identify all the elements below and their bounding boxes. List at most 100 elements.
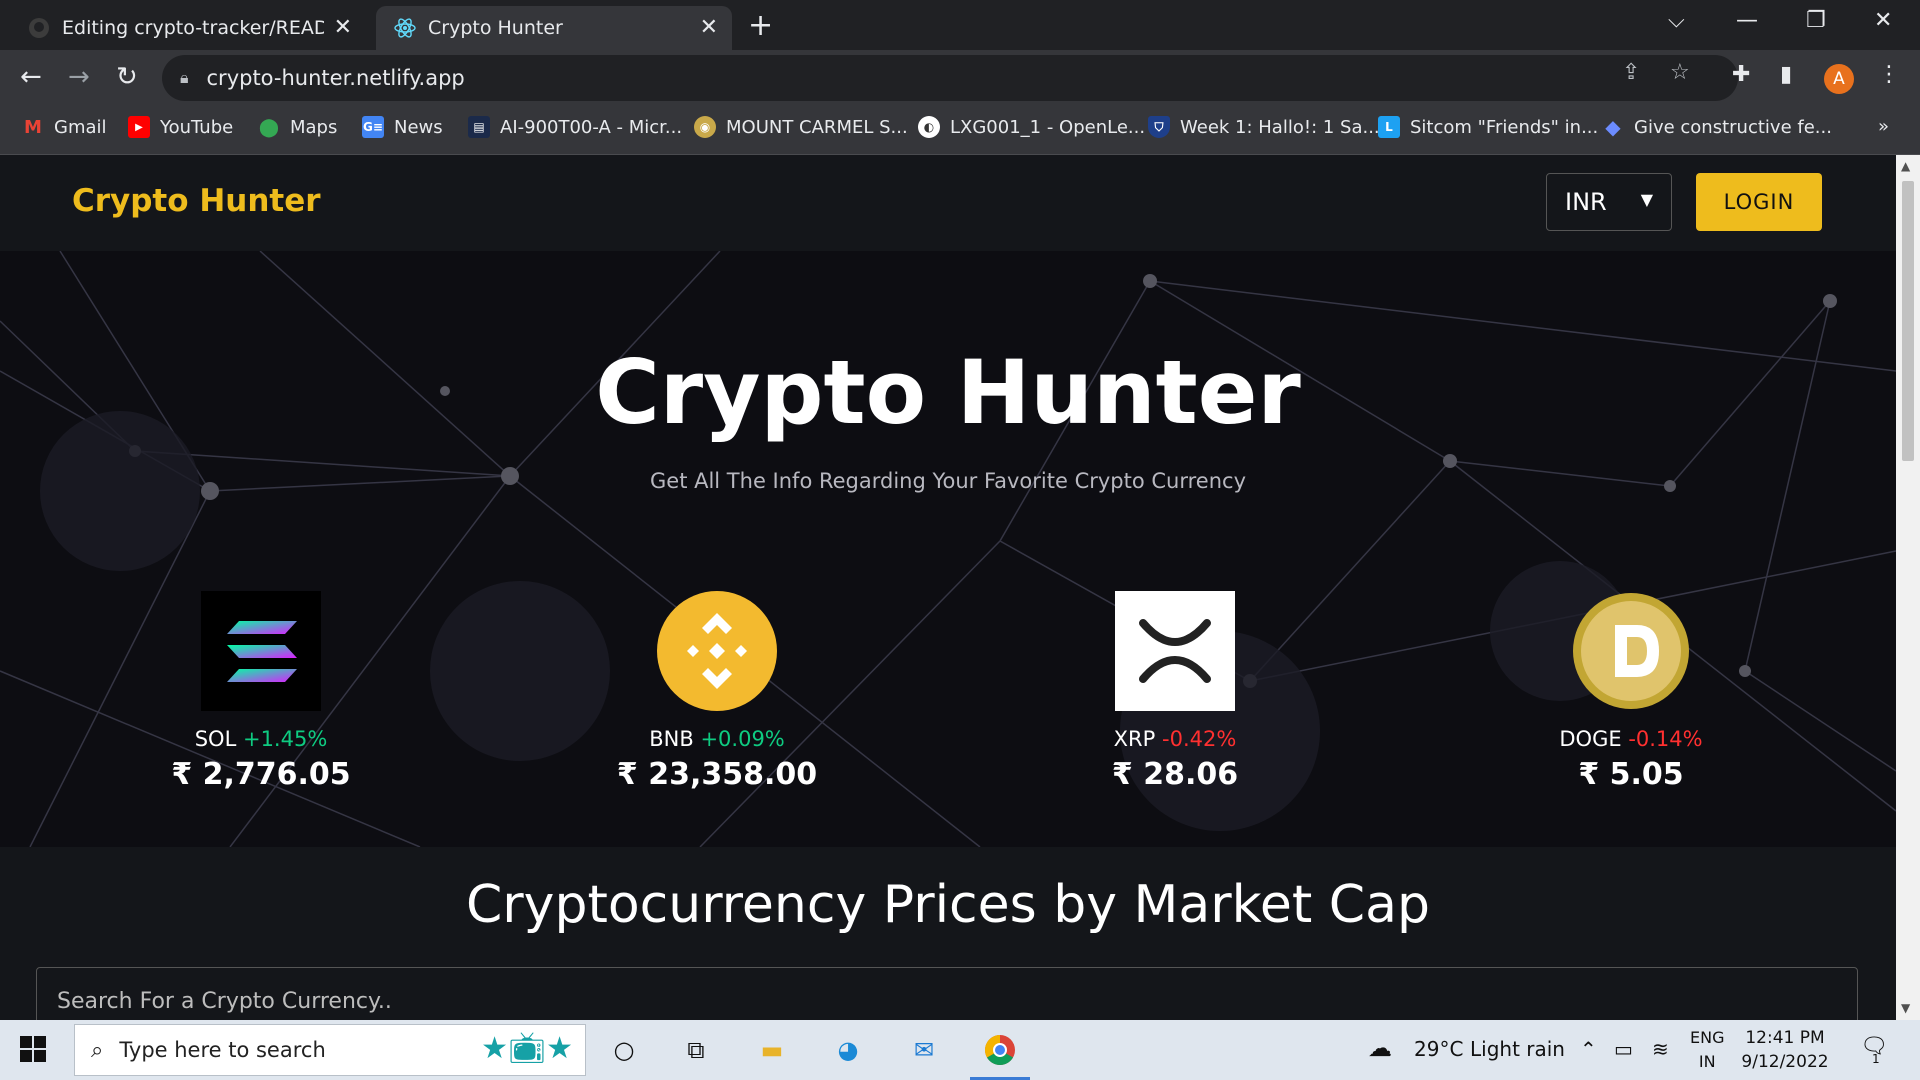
edge-icon[interactable]: ◕ — [828, 1030, 868, 1070]
globe-icon: ◐ — [918, 116, 940, 138]
restore-icon[interactable]: ❐ — [1806, 8, 1826, 33]
side-panel-icon[interactable]: ▮ — [1780, 62, 1792, 87]
bookmark-gmail[interactable]: M Gmail — [22, 116, 106, 138]
taskbar-search-placeholder: Type here to search — [119, 1038, 326, 1062]
back-icon[interactable]: ← — [20, 62, 42, 92]
trending-coin-sol[interactable]: SOL +1.45% ₹ 2,776.05 — [111, 591, 411, 792]
coin-search-input[interactable] — [55, 988, 1839, 1015]
lang-code: ENG — [1690, 1028, 1725, 1047]
trending-coin-bnb[interactable]: BNB +0.09% ₹ 23,358.00 — [567, 591, 867, 792]
maps-icon: ⬤ — [258, 116, 280, 138]
task-view-icon[interactable]: ⧉ — [676, 1030, 716, 1070]
react-icon — [394, 17, 416, 39]
page-scrollbar[interactable]: ▲ ▼ — [1896, 155, 1920, 1020]
wifi-icon[interactable]: ≋ — [1652, 1037, 1669, 1061]
windows-taskbar: ⌕ Type here to search ★📺︎★ ○ ⧉ ▬ ◕ ✉ ☁ 2… — [0, 1020, 1920, 1080]
hero-title: Crypto Hunter — [595, 341, 1301, 444]
shield-icon: ⛉ — [1148, 116, 1170, 138]
windows-start-icon[interactable] — [20, 1036, 46, 1062]
cortana-icon[interactable]: ○ — [604, 1030, 644, 1070]
taskbar-search[interactable]: ⌕ Type here to search ★📺︎★ — [74, 1024, 586, 1076]
hero-subtitle: Get All The Info Regarding Your Favorite… — [650, 469, 1246, 493]
document-icon: ▤ — [468, 116, 490, 138]
login-button[interactable]: LOGIN — [1696, 173, 1822, 231]
coin-price: ₹ 5.05 — [1578, 757, 1684, 792]
coin-change: +1.45% — [242, 727, 328, 751]
menu-icon[interactable]: ⋮ — [1878, 62, 1900, 87]
weather-temp[interactable]: 29°C — [1414, 1037, 1463, 1061]
scroll-down-icon[interactable]: ▼ — [1901, 1001, 1910, 1015]
region-code: IN — [1698, 1052, 1716, 1071]
browser-tab-bar: Editing crypto-tracker/README.m ✕ Crypto… — [0, 0, 1920, 50]
bookmark-ai900[interactable]: ▤ AI-900T00-A - Micr... — [468, 116, 682, 138]
close-tab-icon[interactable]: ✕ — [700, 15, 718, 40]
close-window-icon[interactable]: ✕ — [1874, 8, 1892, 33]
coin-price: ₹ 2,776.05 — [171, 757, 351, 792]
file-explorer-icon[interactable]: ▬ — [752, 1030, 792, 1070]
browser-toolbar: ← → ↻ 🔒︎ crypto-hunter.netlify.app ⇪ ☆ ✚… — [0, 50, 1920, 106]
coin-symbol: XRP — [1113, 727, 1156, 751]
tab-search-icon[interactable]: ⌵ — [1668, 8, 1685, 33]
bookmarks-bar: M Gmail ▶ YouTube ⬤ Maps G≡ News ▤ AI-90… — [0, 106, 1920, 155]
reload-icon[interactable]: ↻ — [116, 62, 138, 92]
input-language[interactable]: ENG IN — [1690, 1026, 1724, 1074]
bookmarks-overflow-icon[interactable]: » — [1878, 116, 1889, 137]
hero-banner: Crypto Hunter Get All The Info Regarding… — [0, 251, 1896, 847]
bookmark-sitcom[interactable]: L Sitcom "Friends" in... — [1378, 116, 1598, 138]
bookmark-youtube[interactable]: ▶ YouTube — [128, 116, 233, 138]
weather-icon[interactable]: ☁ — [1368, 1034, 1392, 1062]
coin-price: ₹ 28.06 — [1111, 757, 1239, 792]
coin-change: -0.14% — [1628, 727, 1703, 751]
trending-coin-doge[interactable]: DOGE -0.14% ₹ 5.05 — [1481, 591, 1781, 792]
diamond-icon: ◆ — [1605, 115, 1621, 139]
mail-icon[interactable]: ✉ — [904, 1030, 944, 1070]
bookmark-maps[interactable]: ⬤ Maps — [258, 116, 337, 138]
bookmark-star-icon[interactable]: ☆ — [1670, 60, 1690, 85]
clock-date: 9/12/2022 — [1741, 1052, 1829, 1072]
coin-change: +0.09% — [700, 727, 785, 751]
system-clock[interactable]: 12:41 PM 9/12/2022 — [1740, 1026, 1830, 1074]
address-bar[interactable]: 🔒︎ crypto-hunter.netlify.app — [162, 55, 1738, 101]
coin-symbol: DOGE — [1559, 727, 1622, 751]
new-tab-icon[interactable]: + — [748, 8, 773, 43]
bookmark-feedback[interactable]: ◆ Give constructive fe... — [1602, 115, 1832, 139]
currency-select[interactable]: INR ▼ — [1546, 173, 1672, 231]
weather-text[interactable]: Light rain — [1470, 1037, 1565, 1061]
bookmark-week1[interactable]: ⛉ Week 1: Hallo!: 1 Sa... — [1148, 116, 1380, 138]
coin-label: BNB +0.09% — [567, 727, 867, 751]
tab-label: Crypto Hunter — [428, 17, 563, 39]
coin-label: SOL +1.45% — [111, 727, 411, 751]
profile-avatar[interactable]: A — [1824, 64, 1854, 94]
close-tab-icon[interactable]: ✕ — [334, 15, 352, 40]
coin-label: DOGE -0.14% — [1481, 727, 1781, 751]
bookmark-mount-carmel[interactable]: ◉ MOUNT CARMEL S... — [694, 116, 908, 138]
bookmark-news[interactable]: G≡ News — [362, 116, 443, 138]
url-text: crypto-hunter.netlify.app — [206, 66, 465, 90]
web-page: Crypto Hunter INR ▼ LOGIN Crypto Hunter … — [0, 155, 1896, 1020]
coin-price: ₹ 23,358.00 — [616, 757, 818, 792]
search-icon: ⌕ — [91, 1037, 104, 1063]
share-icon[interactable]: ⇪ — [1622, 60, 1640, 85]
currency-value: INR — [1565, 188, 1607, 216]
scrollbar-thumb[interactable] — [1902, 181, 1914, 461]
tab-label: Editing crypto-tracker/README.m — [62, 17, 324, 39]
tab-readme[interactable]: Editing crypto-tracker/README.m ✕ — [10, 6, 366, 50]
forward-icon[interactable]: → — [68, 62, 90, 92]
school-crest-icon: ◉ — [694, 116, 716, 138]
extensions-icon[interactable]: ✚ — [1732, 62, 1750, 87]
bnb-logo-icon — [657, 591, 777, 711]
bookmark-openlearn[interactable]: ◐ LXG001_1 - OpenLe... — [918, 116, 1145, 138]
solana-logo-icon — [201, 591, 321, 711]
trending-coin-xrp[interactable]: XRP -0.42% ₹ 28.06 — [1025, 591, 1325, 792]
chrome-icon[interactable] — [970, 1030, 1030, 1080]
coin-search-field[interactable] — [36, 967, 1858, 1020]
chevron-up-icon[interactable]: ⌃ — [1580, 1037, 1597, 1061]
battery-icon[interactable]: ▭ — [1614, 1037, 1633, 1061]
coin-symbol: SOL — [194, 727, 237, 751]
minimize-icon[interactable]: — — [1736, 8, 1758, 33]
lock-icon: 🔒︎ — [180, 68, 189, 87]
tab-crypto-hunter[interactable]: Crypto Hunter ✕ — [376, 6, 732, 50]
brand-title[interactable]: Crypto Hunter — [72, 183, 321, 219]
scroll-up-icon[interactable]: ▲ — [1901, 159, 1910, 173]
youtube-icon: ▶ — [128, 116, 150, 138]
